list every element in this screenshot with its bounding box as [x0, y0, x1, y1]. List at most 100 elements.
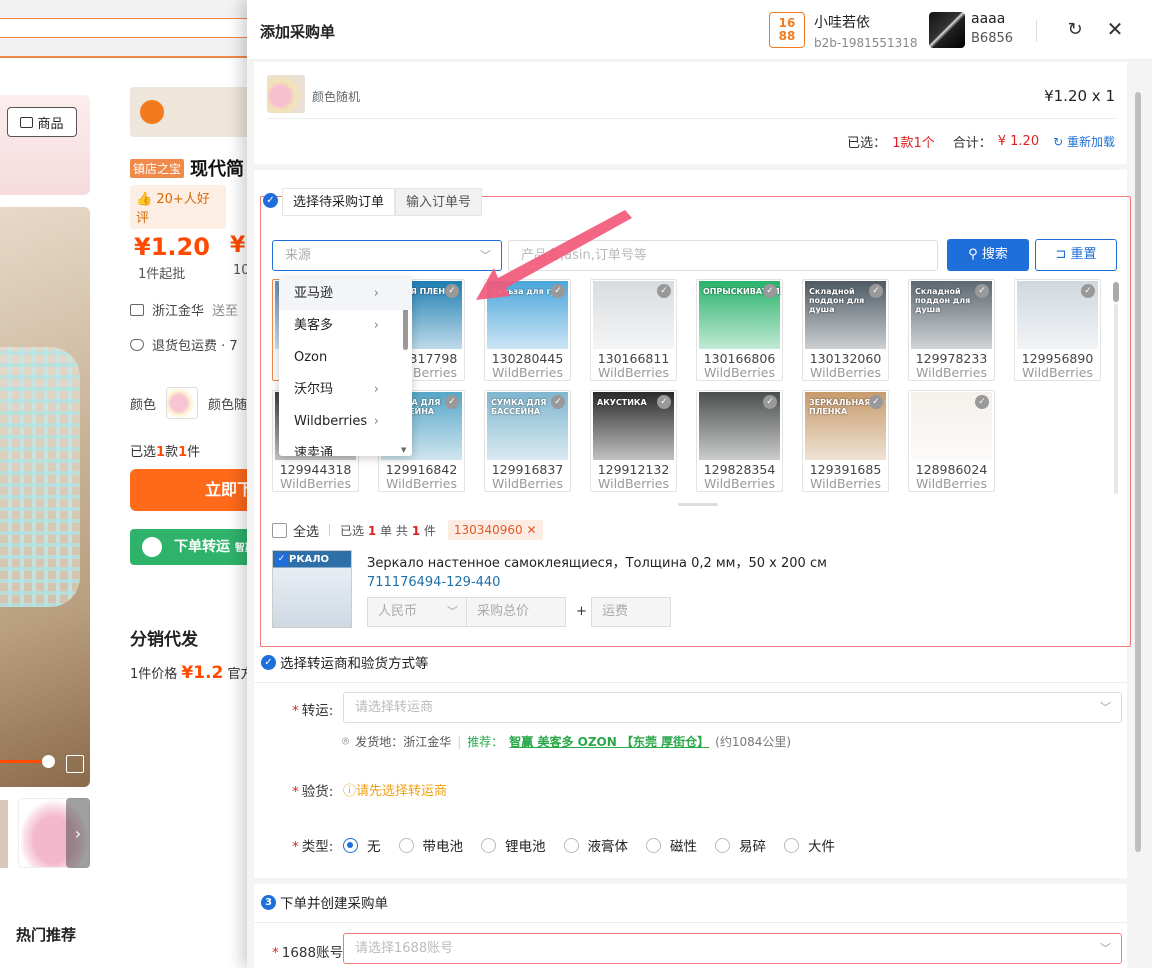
- grid-horizontal-scrollbar[interactable]: [678, 503, 718, 506]
- grid-scrollbar[interactable]: [1113, 280, 1119, 496]
- source-select[interactable]: 来源 ﹀: [272, 240, 502, 271]
- type-radio-option[interactable]: 大件: [784, 835, 835, 855]
- add-purchase-order-drawer: 添加采购单 16 88 小哇若依 b2b-1981551318 aaaa B685…: [247, 0, 1152, 968]
- order-card[interactable]: ✓ 129956890 WildBerries: [1014, 279, 1101, 381]
- order-card-check-icon[interactable]: ✓: [869, 284, 883, 298]
- order-id-link[interactable]: 711176494-129-440: [367, 575, 500, 590]
- order-card-check-icon[interactable]: ✓: [657, 395, 671, 409]
- goods-button-label: 商品: [37, 116, 64, 132]
- order-card-number: 129912132: [597, 462, 670, 477]
- product-main-image[interactable]: [0, 207, 90, 787]
- order-card-check-icon[interactable]: ✓: [1081, 284, 1095, 298]
- order-card[interactable]: Складной поддон для душа ✓ 130132060 WildBe…: [802, 279, 889, 381]
- selected-summary: 已选1款1件: [130, 445, 201, 460]
- type-radio-option[interactable]: 无: [343, 835, 381, 855]
- shop-logo[interactable]: [130, 87, 260, 137]
- radio-checked-icon[interactable]: [343, 837, 358, 853]
- order-card[interactable]: ЗЕРКАЛЬНАЯ ПЛЕНКА ✓ 129391685 WildBerries: [802, 390, 889, 492]
- order-card-number: 129944318: [279, 462, 352, 477]
- selected-order-chip[interactable]: 130340960 ✕: [447, 520, 543, 540]
- order-card[interactable]: Бальза для губ ✓ 130280445 WildBerries: [484, 279, 571, 381]
- expand-icon[interactable]: [66, 755, 84, 773]
- radio-unchecked-icon[interactable]: [646, 837, 661, 853]
- refresh-icon[interactable]: ↻: [1065, 20, 1085, 40]
- radio-unchecked-icon[interactable]: [563, 837, 579, 853]
- total-price-input[interactable]: 采购总价: [466, 597, 566, 627]
- radio-unchecked-icon[interactable]: [481, 837, 496, 853]
- tab-select-pending-order[interactable]: 选择待采购订单: [282, 188, 396, 216]
- order-card[interactable]: ✓ 129828354 WildBerries: [696, 390, 783, 492]
- chip-close-icon[interactable]: ✕: [526, 523, 536, 537]
- dropdown-option[interactable]: Wildberries ›: [279, 406, 412, 438]
- color-swatch[interactable]: [166, 387, 199, 419]
- type-radio-option[interactable]: 锂电池: [481, 835, 546, 855]
- close-icon[interactable]: ✕: [1105, 19, 1125, 39]
- drawer-scrollbar[interactable]: [1134, 62, 1142, 862]
- dropdown-option[interactable]: 沃尔玛 ›: [279, 374, 412, 406]
- type-radio-option[interactable]: 带电池: [398, 835, 463, 855]
- account-label: * 1688账号: [272, 945, 344, 961]
- type-radio-option[interactable]: 液膏体: [563, 835, 628, 855]
- truck-icon: [130, 303, 144, 316]
- order-card-source: WildBerries: [492, 365, 563, 380]
- dropdown-option-label: Ozon: [294, 350, 328, 365]
- selected-count: 1款1个: [892, 136, 935, 151]
- account-1688-select[interactable]: 请选择1688账号 ﹀: [343, 933, 1122, 964]
- order-card-check-icon[interactable]: ✓: [975, 284, 989, 298]
- order-card[interactable]: ✓ 128986024 WildBerries: [908, 390, 995, 492]
- select-all-checkbox[interactable]: [272, 522, 287, 538]
- order-card-check-icon[interactable]: ✓: [869, 395, 883, 409]
- type-radio-label: 磁性: [670, 839, 697, 855]
- praise-badge: 👍 20+人好评: [130, 185, 226, 229]
- dropdown-option[interactable]: 速卖通: [279, 438, 412, 456]
- reset-button[interactable]: ⊐ 重置: [1035, 239, 1117, 271]
- keyword-search-input[interactable]: 产品名,asin,订单号等: [508, 240, 938, 271]
- goods-button[interactable]: 商品: [7, 107, 77, 137]
- image-progress-handle[interactable]: [42, 755, 55, 768]
- dropdown-option[interactable]: Ozon: [279, 342, 412, 374]
- forward-order-button[interactable]: 下单转运 智赢: [130, 529, 260, 565]
- background-product-page: 商品 › 热门推荐 镇店之宝 现代简 👍 20+人好评 ¥1.20 ¥ 1件起批…: [0, 0, 260, 968]
- order-card-check-icon[interactable]: ✓: [975, 395, 989, 409]
- recommended-forwarder-link[interactable]: 智赢 美客多 OZON 【东莞 厚街仓】: [509, 733, 709, 750]
- order-card-check-icon[interactable]: ✓: [445, 284, 459, 298]
- thumbnail-next-button[interactable]: ›: [66, 798, 90, 868]
- user-profile[interactable]: aaaa B6856: [971, 11, 1013, 46]
- radio-unchecked-icon[interactable]: [715, 837, 730, 853]
- order-card-check-icon[interactable]: ✓: [445, 395, 459, 409]
- order-card-source: WildBerries: [916, 476, 987, 491]
- search-button[interactable]: ⚲ 搜索: [947, 239, 1029, 271]
- radio-unchecked-icon[interactable]: [784, 837, 799, 853]
- color-option[interactable]: 颜色 颜色随: [130, 387, 247, 419]
- order-card[interactable]: Складной поддон для душа ✓ 129978233 WildBe…: [908, 279, 995, 381]
- order-card-check-icon[interactable]: ✓: [551, 395, 565, 409]
- select-all-label[interactable]: 全选: [293, 521, 319, 540]
- type-radio-option[interactable]: 易碎: [715, 835, 766, 855]
- forwarder-select[interactable]: 请选择转运商 ﹀: [343, 692, 1122, 723]
- order-card[interactable]: ОПРЫСКИВАТЕЛЬ ✓ 130166806 WildBerries: [696, 279, 783, 381]
- header-divider: [1036, 20, 1037, 42]
- step-number-badge: 3: [261, 894, 276, 910]
- distribution-title: 分销代发: [130, 630, 198, 650]
- account-1688[interactable]: 小哇若依 b2b-1981551318: [814, 12, 918, 50]
- radio-unchecked-icon[interactable]: [398, 837, 414, 853]
- order-card-check-icon[interactable]: ✓: [763, 284, 777, 298]
- avatar[interactable]: [929, 12, 965, 48]
- tab-input-order-number[interactable]: 输入订单号: [395, 188, 483, 216]
- order-card-check-icon[interactable]: ✓: [551, 284, 565, 298]
- user-id: B6856: [971, 31, 1014, 46]
- checkbox-checked-icon[interactable]: ✓: [275, 553, 288, 566]
- type-radio-option[interactable]: 磁性: [646, 835, 697, 855]
- freight-input[interactable]: 运费: [591, 597, 671, 627]
- dropdown-option[interactable]: 亚马逊 ›: [279, 278, 412, 310]
- product-thumbnail[interactable]: [0, 800, 8, 868]
- order-card[interactable]: СУМКА ДЛЯ БАССЕЙНА ✓ 129916837 WildBerries: [484, 390, 571, 492]
- order-card[interactable]: АКУСТИКА ✓ 129912132 WildBerries: [590, 390, 677, 492]
- order-card[interactable]: ✓ 130166811 WildBerries: [590, 279, 677, 381]
- dropdown-option[interactable]: 美客多 ›: [279, 310, 412, 342]
- buy-now-button[interactable]: 立即下: [130, 469, 260, 511]
- order-card-check-icon[interactable]: ✓: [763, 395, 777, 409]
- order-card-check-icon[interactable]: ✓: [657, 284, 671, 298]
- reload-link[interactable]: ↻ 重新加载: [1053, 133, 1115, 150]
- currency-select[interactable]: 人民币 ﹀: [367, 597, 467, 627]
